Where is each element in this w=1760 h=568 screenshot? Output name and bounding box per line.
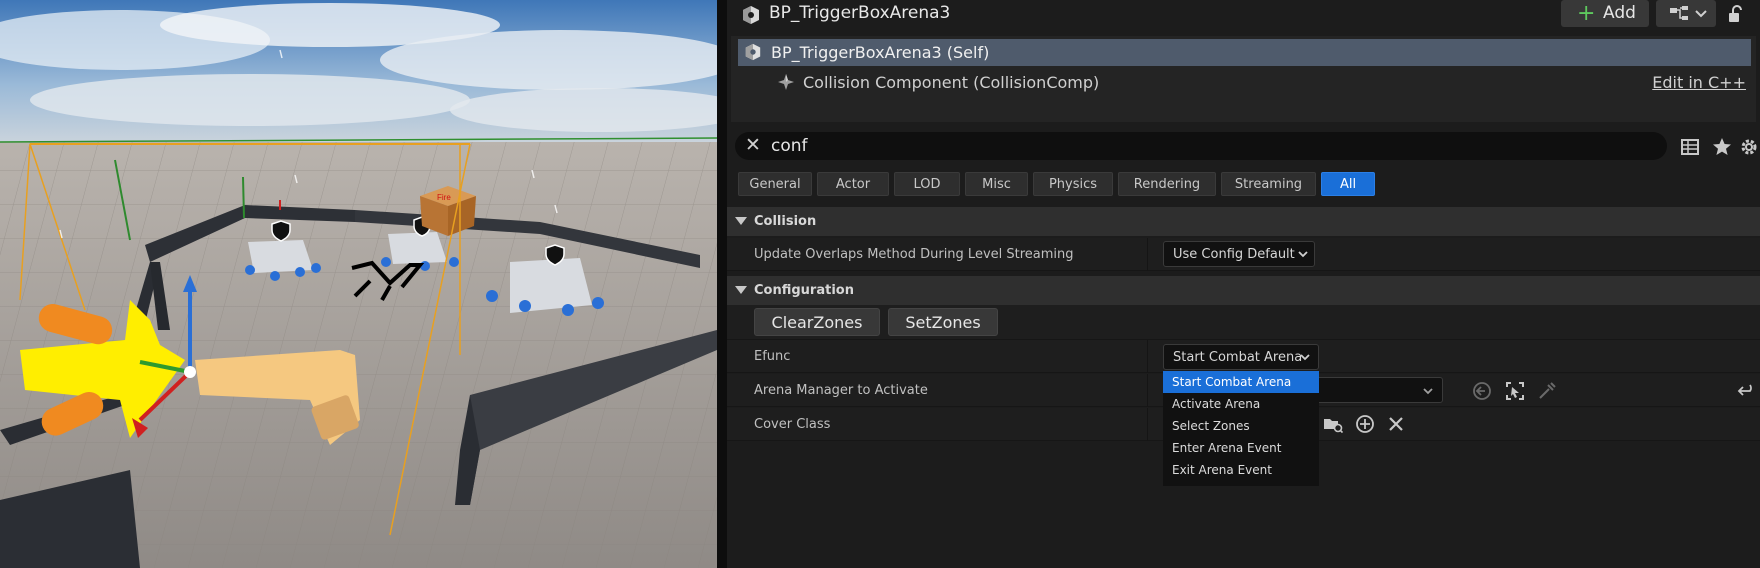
plus-icon: + <box>1577 1 1596 26</box>
dropdown-option[interactable]: Exit Arena Event <box>1163 459 1319 481</box>
eyedropper-icon[interactable] <box>1537 381 1557 401</box>
chevron-down-icon <box>1423 388 1433 395</box>
component-collision-row[interactable]: Collision Component (CollisionComp) Edit… <box>738 69 1751 96</box>
component-collision-label: Collision Component (CollisionComp) <box>803 73 1100 92</box>
clear-search-icon[interactable]: ✕ <box>745 134 761 156</box>
dropdown-option[interactable]: Enter Arena Event <box>1163 437 1319 459</box>
reset-to-default-icon[interactable] <box>1737 381 1757 401</box>
tab-actor[interactable]: Actor <box>817 172 889 196</box>
blueprint-options-button[interactable] <box>1656 0 1716 27</box>
section-configuration[interactable]: Configuration <box>727 276 1760 305</box>
add-label: Add <box>1603 3 1636 23</box>
collision-icon <box>778 74 794 90</box>
component-self-label: BP_TriggerBoxArena3 (Self) <box>771 43 990 62</box>
update-overlaps-combo[interactable]: Use Config Default <box>1163 241 1315 267</box>
actor-title: BP_TriggerBoxArena3 <box>769 3 951 23</box>
blueprint-actor-icon <box>745 43 761 61</box>
svg-text:Fire: Fire <box>437 193 451 202</box>
panel-splitter[interactable] <box>717 0 727 568</box>
browse-to-asset-icon[interactable] <box>1505 381 1525 401</box>
edit-in-cpp-link[interactable]: Edit in C++ <box>1652 73 1746 92</box>
component-tree: BP_TriggerBoxArena3 (Self) Collision Com… <box>731 36 1756 122</box>
property-label: Efunc <box>754 349 791 364</box>
section-collision-title: Collision <box>754 214 817 229</box>
collapse-triangle-icon <box>735 217 747 225</box>
efunc-dropdown-menu[interactable]: Start Combat Arena Activate Arena Select… <box>1163 371 1319 486</box>
details-header: BP_TriggerBoxArena3 + Add <box>727 0 1760 30</box>
collapse-triangle-icon <box>735 286 747 294</box>
favorites-star-icon[interactable] <box>1712 137 1732 157</box>
property-label: Arena Manager to Activate <box>754 383 928 398</box>
property-label: Update Overlaps Method During Level Stre… <box>754 247 1074 262</box>
section-configuration-title: Configuration <box>754 283 854 298</box>
lock-icon[interactable] <box>1728 5 1744 23</box>
property-label: Cover Class <box>754 417 831 432</box>
block <box>248 240 313 273</box>
set-zones-button[interactable]: SetZones <box>888 308 998 336</box>
hierarchy-icon <box>1670 6 1707 20</box>
dropdown-option[interactable]: Select Zones <box>1163 415 1319 437</box>
use-selected-arrow-icon[interactable] <box>1472 381 1492 401</box>
tab-rendering[interactable]: Rendering <box>1118 172 1216 196</box>
combo-value: Start Combat Arena <box>1173 350 1303 365</box>
configuration-buttons-row <box>727 305 1760 340</box>
settings-gear-icon[interactable] <box>1739 137 1759 157</box>
table-view-icon[interactable] <box>1680 137 1700 157</box>
tab-all[interactable]: All <box>1321 172 1375 196</box>
add-circle-icon[interactable] <box>1355 414 1375 434</box>
level-viewport[interactable]: Fire <box>0 0 717 568</box>
dropdown-option[interactable]: Start Combat Arena <box>1163 371 1319 393</box>
search-input[interactable]: conf <box>771 136 808 156</box>
tab-streaming[interactable]: Streaming <box>1221 172 1316 196</box>
add-component-button[interactable]: + Add <box>1561 0 1649 27</box>
browse-folder-icon[interactable] <box>1323 414 1343 434</box>
dropdown-option[interactable]: Activate Arena <box>1163 393 1319 415</box>
blueprint-actor-icon <box>743 6 759 24</box>
tab-lod[interactable]: LOD <box>894 172 960 196</box>
block <box>388 232 447 264</box>
tab-physics[interactable]: Physics <box>1033 172 1113 196</box>
tab-general[interactable]: General <box>738 172 812 196</box>
chevron-down-icon <box>1300 354 1310 361</box>
section-collision[interactable]: Collision <box>727 207 1760 236</box>
clear-zones-button[interactable]: ClearZones <box>754 308 880 336</box>
tab-misc[interactable]: Misc <box>965 172 1028 196</box>
viewport-scene: Fire <box>0 0 717 568</box>
details-search[interactable]: ✕ conf <box>735 132 1667 160</box>
combo-value: Use Config Default <box>1173 247 1295 262</box>
clear-x-icon[interactable] <box>1386 414 1406 434</box>
efunc-combo[interactable]: Start Combat Arena <box>1163 344 1319 370</box>
component-self-row[interactable]: BP_TriggerBoxArena3 (Self) <box>738 39 1751 66</box>
chevron-down-icon <box>1298 251 1308 258</box>
